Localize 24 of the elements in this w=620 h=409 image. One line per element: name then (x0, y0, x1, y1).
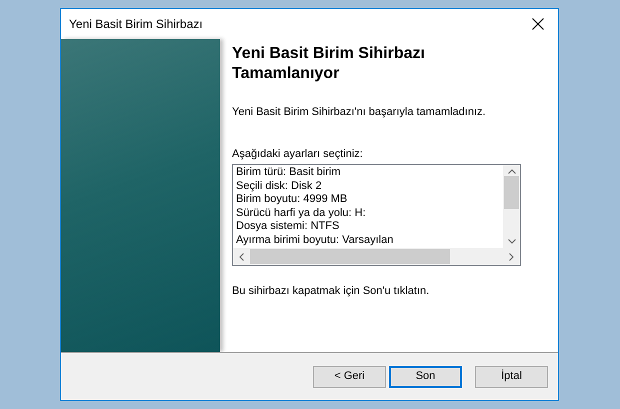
close-icon (532, 18, 544, 30)
settings-line: Sürücü harfi ya da yolu: H: (236, 206, 367, 220)
dialog-button[interactable]: < Geri (313, 366, 386, 388)
intro-text: Yeni Basit Birim Sihirbazı'nı başarıyla tamamladınız. (232, 105, 487, 120)
vertical-scrollbar[interactable] (503, 165, 520, 248)
settings-list[interactable]: Birim türü: Basit birim Seçili disk: Disk 2 Birim boyutu: 4999 MB Sürücü harfi ya da yolu: H: Dosya sistemi: NTFS Ayırma birimi boyutu: Varsayılan (232, 164, 521, 266)
settings-line: Seçili disk: Disk 2 (236, 180, 323, 193)
dialog-button[interactable]: İptal (475, 366, 548, 388)
down-chevron-icon (508, 239, 516, 244)
settings-line: Birim boyutu: 4999 MB (236, 193, 348, 206)
settings-line: Birim türü: Basit birim (236, 166, 342, 180)
wizard-heading: Yeni Basit Birim Sihirbazı Tamamlanıyor (232, 44, 426, 84)
up-chevron-icon (508, 169, 516, 174)
settings-label: Aşağıdaki ayarları seçtiniz: (232, 146, 364, 162)
settings-line: Ayırma birimi boyutu: Varsayılan (236, 234, 394, 247)
scroll-thumb[interactable] (504, 176, 519, 209)
settings-line: Dosya sistemi: NTFS (236, 220, 340, 234)
right-chevron-icon (509, 252, 514, 260)
dialog-button[interactable]: Son (389, 366, 462, 388)
footer-note: Bu sihirbazı kapatmak için Son'u tıklatın. (232, 284, 430, 299)
horizontal-scrollbar[interactable] (233, 248, 520, 265)
window-title: Yeni Basit Birim Sihirbazı (69, 16, 203, 33)
left-chevron-icon (239, 252, 244, 260)
scroll-thumb[interactable] (250, 249, 450, 264)
